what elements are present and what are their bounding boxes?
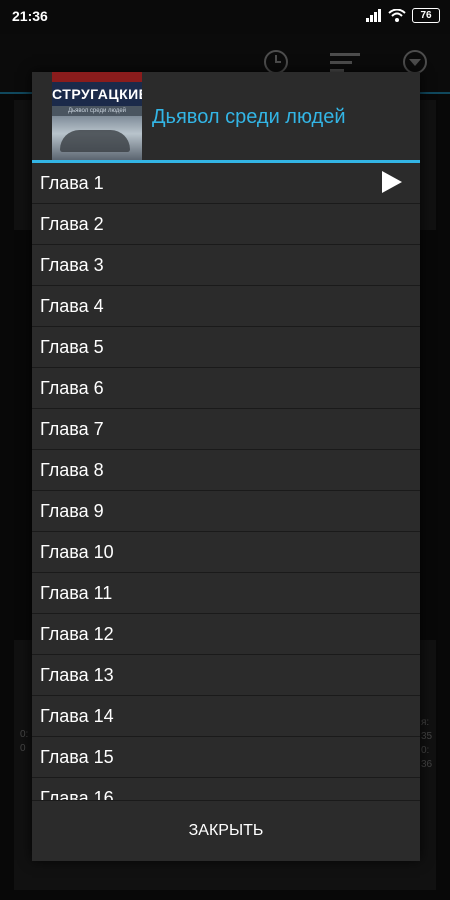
chapter-row[interactable]: Глава 3 <box>32 245 420 286</box>
wifi-icon <box>388 9 406 22</box>
chapter-row[interactable]: Глава 12 <box>32 614 420 655</box>
chapter-label: Глава 5 <box>40 337 104 357</box>
cover-top-strip <box>52 72 142 82</box>
chapter-label: Глава 4 <box>40 296 104 316</box>
play-icon[interactable] <box>382 171 402 193</box>
status-time: 21:36 <box>12 8 48 24</box>
chapter-row[interactable]: Глава 4 <box>32 286 420 327</box>
chapter-row[interactable]: Глава 11 <box>32 573 420 614</box>
chapter-row[interactable]: Глава 10 <box>32 532 420 573</box>
chapter-label: Глава 16 <box>40 788 114 800</box>
chapter-row[interactable]: Глава 8 <box>32 450 420 491</box>
chapter-row[interactable]: Глава 2 <box>32 204 420 245</box>
battery-icon: 76 <box>412 8 440 23</box>
cover-subtitle: Дьявол среди людей <box>67 108 127 114</box>
chapter-label: Глава 8 <box>40 460 104 480</box>
chapter-label: Глава 6 <box>40 378 104 398</box>
chapter-label: Глава 11 <box>40 583 113 603</box>
signal-icon <box>366 9 381 22</box>
chapter-label: Глава 10 <box>40 542 114 562</box>
chapter-label: Глава 7 <box>40 419 104 439</box>
chapter-label: Глава 12 <box>40 624 114 644</box>
status-icons: 76 <box>366 8 440 23</box>
dialog-title: Дьявол среди людей <box>152 106 346 128</box>
chapter-label: Глава 14 <box>40 706 114 726</box>
chapter-row[interactable]: Глава 13 <box>32 655 420 696</box>
cover-artwork-shape <box>60 130 130 152</box>
chapter-list[interactable]: Глава 1 Глава 2 Глава 3 Глава 4 Глава 5 Глава… <box>32 163 420 800</box>
chapter-row[interactable]: Глава 5 <box>32 327 420 368</box>
chapter-row[interactable]: Глава 16 <box>32 778 420 800</box>
chapter-label: Глава 9 <box>40 501 104 521</box>
chapter-label: Глава 13 <box>40 665 114 685</box>
chapter-row[interactable]: Глава 7 <box>32 409 420 450</box>
chapter-label: Глава 2 <box>40 214 104 234</box>
chapter-dialog: СТРУГАЦКИЕ Дьявол среди людей Дьявол сре… <box>32 72 420 861</box>
close-button[interactable]: ЗАКРЫТЬ <box>32 801 420 861</box>
chapter-label: Глава 1 <box>40 173 104 193</box>
chapter-row[interactable]: Глава 15 <box>32 737 420 778</box>
chapter-row[interactable]: Глава 14 <box>32 696 420 737</box>
dialog-footer: ЗАКРЫТЬ <box>32 800 420 861</box>
chapter-row[interactable]: Глава 6 <box>32 368 420 409</box>
status-bar: 21:36 76 <box>0 0 450 34</box>
book-cover: СТРУГАЦКИЕ Дьявол среди людей <box>52 72 142 160</box>
cover-brand: СТРУГАЦКИЕ <box>52 82 142 106</box>
dialog-header: СТРУГАЦКИЕ Дьявол среди людей Дьявол сре… <box>32 72 420 160</box>
chapter-label: Глава 15 <box>40 747 114 767</box>
chapter-row[interactable]: Глава 1 <box>32 163 420 204</box>
chapter-row[interactable]: Глава 9 <box>32 491 420 532</box>
chapter-label: Глава 3 <box>40 255 104 275</box>
